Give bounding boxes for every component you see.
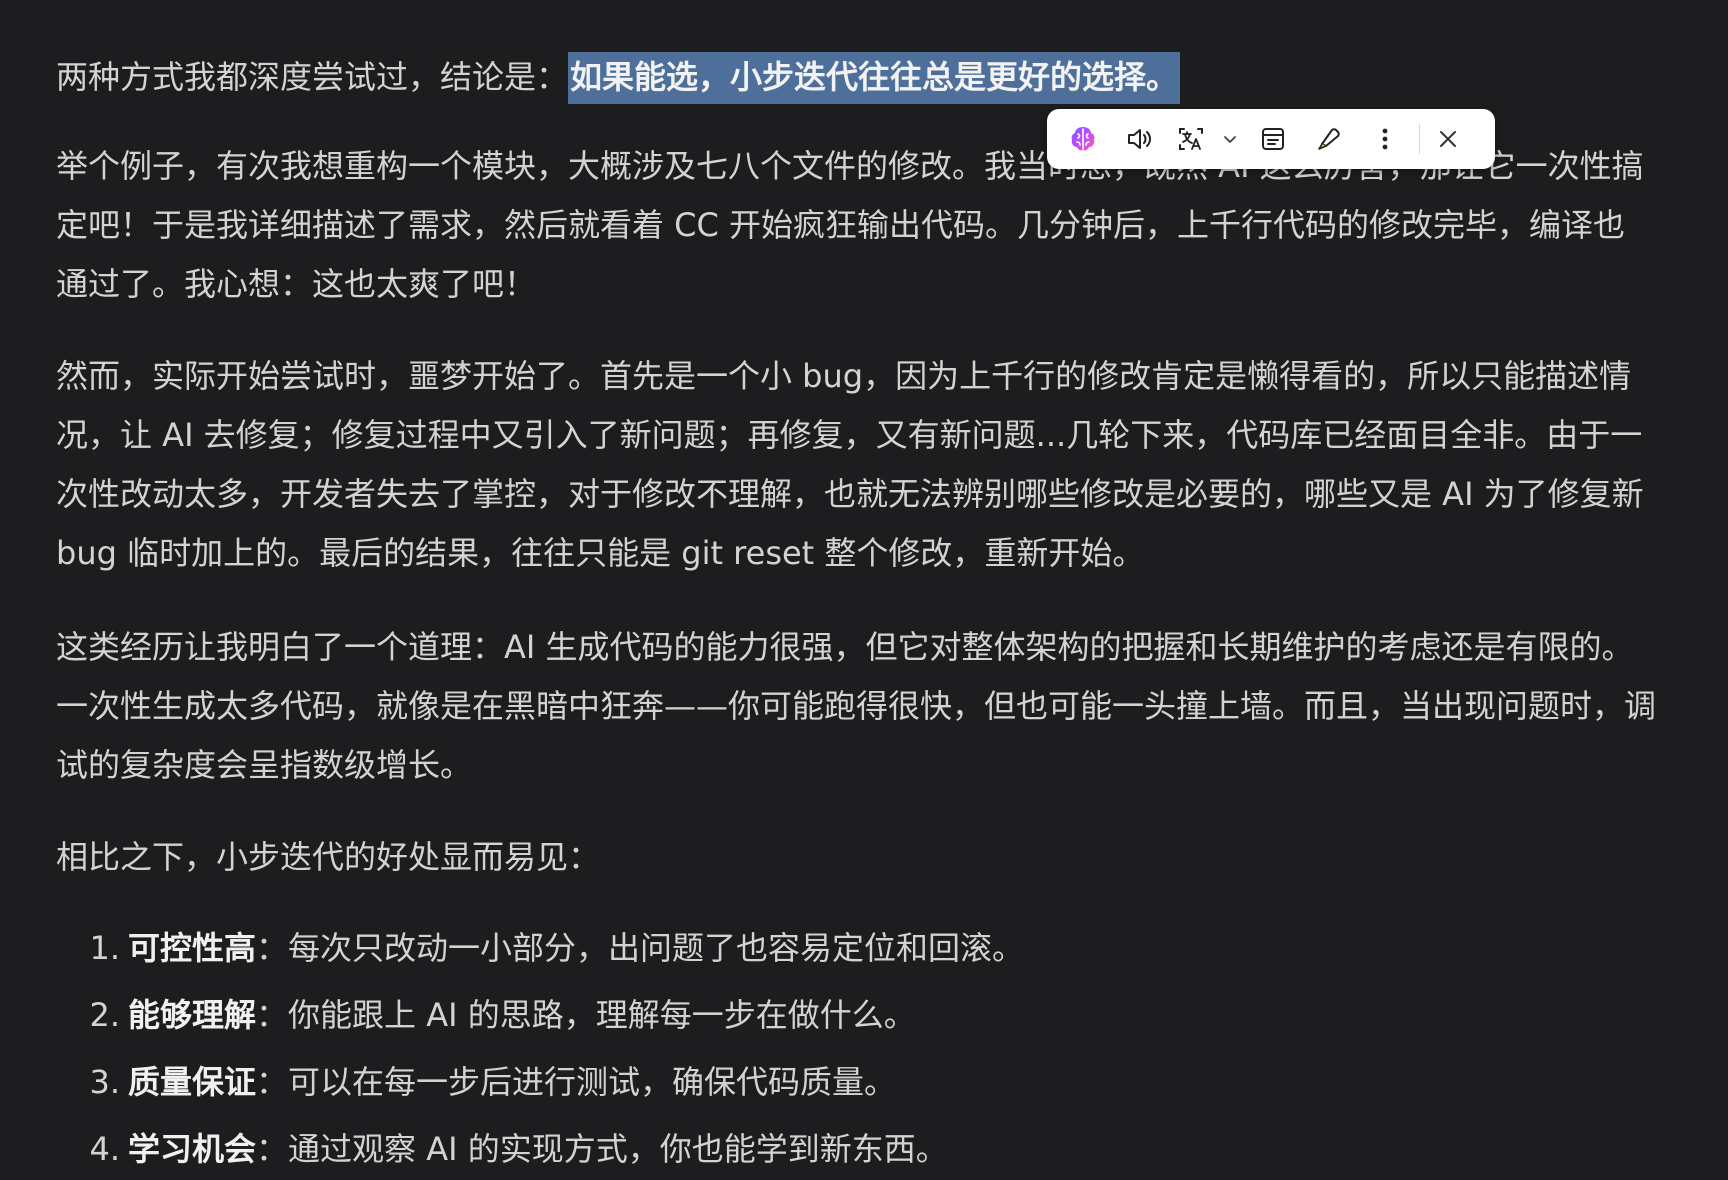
more-options-button[interactable]: [1357, 117, 1413, 161]
highlight-button[interactable]: [1301, 117, 1357, 161]
list-number: 4.: [89, 1130, 120, 1168]
list-number: 3.: [89, 1063, 120, 1101]
cut-off-previous-line: [56, 0, 1656, 10]
list-sep: ：: [256, 996, 289, 1034]
chevron-down-icon: [1224, 136, 1236, 143]
highlight-pen-icon: [1318, 128, 1340, 150]
read-aloud-button[interactable]: [1111, 117, 1167, 161]
list-item: 4. 学习机会：通过观察 AI 的实现方式，你也能学到新东西。: [56, 1116, 1024, 1180]
translate-options-dropdown[interactable]: [1215, 117, 1245, 161]
paragraph-benefits-intro: 相比之下，小步迭代的好处显而易见：: [56, 838, 601, 876]
paragraph-nightmare: 然而，实际开始尝试时，噩梦开始了。首先是一个小 bug，因为上千行的修改肯定是懒…: [56, 357, 1644, 572]
list-term: 可控性高: [128, 929, 257, 967]
list-term: 能够理解: [128, 996, 257, 1034]
summary-icon: [1262, 128, 1284, 150]
list-sep: ：: [256, 1130, 289, 1168]
list-desc: 通过观察 AI 的实现方式，你也能学到新东西。: [288, 1130, 948, 1168]
translate-button[interactable]: [1167, 117, 1215, 161]
list-item: 2. 能够理解：你能跟上 AI 的思路，理解每一步在做什么。: [56, 982, 1024, 1049]
list-desc: 每次只改动一小部分，出问题了也容易定位和回滚。: [288, 929, 1025, 967]
intro-paragraph: 两种方式我都深度尝试过，结论是：如果能选，小步迭代往往总是更好的选择。: [56, 48, 1656, 107]
list-number: 2.: [89, 996, 120, 1034]
translate-icon: [1179, 128, 1203, 150]
benefits-list: 1. 可控性高：每次只改动一小部分，出问题了也容易定位和回滚。 2. 能够理解：你能…: [56, 915, 1024, 1180]
list-desc: 你能跟上 AI 的思路，理解每一步在做什么。: [288, 996, 916, 1034]
list-number: 1.: [89, 929, 120, 967]
list-item: 1. 可控性高：每次只改动一小部分，出问题了也容易定位和回滚。: [56, 915, 1024, 982]
summarize-button[interactable]: [1245, 117, 1301, 161]
list-sep: ：: [256, 1063, 289, 1101]
selected-text-highlight[interactable]: 如果能选，小步迭代往往总是更好的选择。: [568, 52, 1181, 104]
close-icon: [1440, 131, 1456, 147]
ai-assistant-button[interactable]: [1055, 117, 1111, 161]
toolbar-divider: [1419, 124, 1420, 154]
intro-prefix: 两种方式我都深度尝试过，结论是：: [56, 58, 569, 96]
list-term: 质量保证: [128, 1063, 257, 1101]
more-vertical-icon: [1382, 128, 1388, 150]
paragraph-lesson: 这类经历让我明白了一个道理：AI 生成代码的能力很强，但它对整体架构的把握和长期…: [56, 628, 1657, 784]
list-term: 学习机会: [128, 1130, 257, 1168]
list-sep: ：: [256, 929, 289, 967]
selection-toolbar: [1047, 109, 1495, 169]
speaker-icon: [1128, 129, 1151, 149]
brain-ai-icon: [1071, 127, 1095, 151]
close-toolbar-button[interactable]: [1426, 117, 1470, 161]
list-item: 3. 质量保证：可以在每一步后进行测试，确保代码质量。: [56, 1049, 1024, 1116]
list-desc: 可以在每一步后进行测试，确保代码质量。: [288, 1063, 897, 1101]
